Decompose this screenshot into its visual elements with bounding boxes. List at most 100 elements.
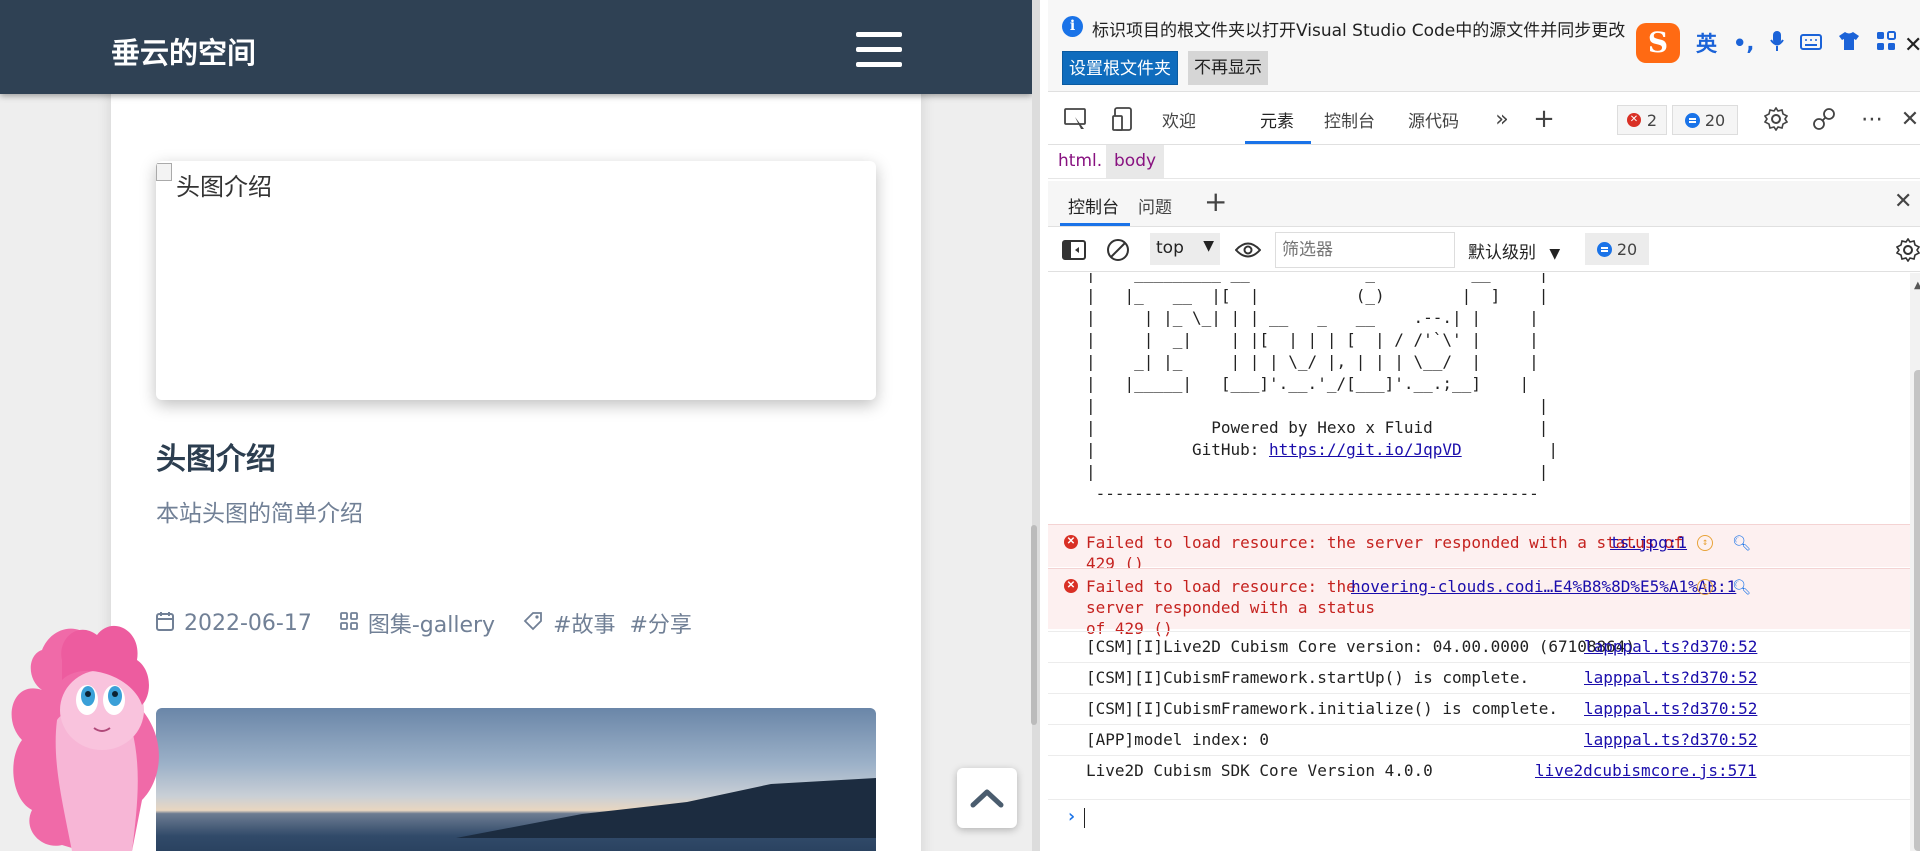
category-icon	[339, 611, 358, 635]
post-cover-image[interactable]: 头图介绍	[156, 161, 876, 400]
more-options-icon[interactable]: ⋯	[1858, 105, 1886, 133]
post-category-text[interactable]: 图集-gallery	[368, 607, 495, 639]
close-devtools-icon[interactable]: ✕	[1896, 105, 1920, 133]
console-error-row[interactable]: ✕ Failed to load resource: the server re…	[1048, 568, 1910, 638]
console-filter-input[interactable]	[1275, 232, 1455, 268]
message-count-badge[interactable]: 20	[1672, 105, 1738, 135]
network-request-icon[interactable]: ↕	[1697, 535, 1713, 551]
page-scrollbar[interactable]	[1031, 525, 1037, 725]
post-excerpt[interactable]: 本站头图的简单介绍	[156, 494, 363, 528]
elements-breadcrumb: html. body	[1048, 145, 1920, 179]
sogou-logo-icon[interactable]: S	[1636, 23, 1680, 63]
menu-toggle-button[interactable]	[856, 32, 904, 70]
hamburger-bar	[856, 62, 902, 67]
device-emulation-icon[interactable]	[1110, 105, 1138, 133]
error-count-badge[interactable]: ✕ 2	[1617, 105, 1667, 135]
console-message-count-badge[interactable]: 20	[1585, 233, 1649, 265]
drawer-tab-issues[interactable]: 问题	[1138, 193, 1172, 218]
close-drawer-icon[interactable]: ✕	[1894, 189, 1912, 214]
console-log-row[interactable]: [CSM][I]CubismFramework.initialize() is …	[1048, 693, 1910, 724]
microphone-icon[interactable]	[1770, 30, 1785, 57]
search-icon[interactable]: 🔍︎	[1732, 533, 1751, 554]
post-tags[interactable]: #故事 #分享	[523, 607, 692, 639]
log-message: [CSM][I]CubismFramework.initialize() is …	[1086, 699, 1559, 718]
log-source-link[interactable]: lapppal.ts?d370:52	[1584, 637, 1757, 656]
console-log-row[interactable]: Live2D Cubism SDK Core Version 4.0.0 liv…	[1048, 755, 1910, 786]
apps-grid-icon[interactable]	[1876, 30, 1897, 56]
context-selector[interactable]: top ▼	[1150, 233, 1220, 265]
live2d-pony-mascot[interactable]	[2, 600, 172, 851]
active-tab-indicator	[1245, 141, 1311, 144]
drawer-add-tab-icon[interactable]: +	[1204, 185, 1227, 218]
tag-icon	[523, 611, 543, 636]
ascii-line: ----------------------------------------…	[1086, 484, 1539, 503]
error-source-link[interactable]: ts.jpg:1	[1610, 532, 1687, 553]
image-alt-text: 头图介绍	[176, 173, 272, 201]
set-root-folder-button[interactable]: 设置根文件夹	[1062, 51, 1178, 85]
console-output[interactable]: | _________ __ _ __ | | |_ __ |[ | (_) |…	[1048, 273, 1910, 851]
keyboard-icon[interactable]	[1800, 31, 1823, 55]
log-message: [CSM][I]Live2D Cubism Core version: 04.0…	[1086, 637, 1636, 656]
log-source-link[interactable]: live2dcubismcore.js:571	[1535, 761, 1757, 780]
tab-welcome[interactable]: 欢迎	[1162, 107, 1196, 132]
log-source-link[interactable]: lapppal.ts?d370:52	[1584, 668, 1757, 687]
ascii-line: | _| |_ | | | \_/ |, | | | \__/ | |	[1086, 352, 1539, 371]
devtools-main-tabs: 欢迎 元素 控制台 源代码 » + ✕ 2 20 ⋯ ✕	[1048, 93, 1920, 145]
github-link[interactable]: https://git.io/JqpVD	[1269, 440, 1462, 459]
error-source-link[interactable]: hovering-clouds.codi…E4%B8%8D%E5%A1%AB:1	[1351, 576, 1736, 597]
ime-language-toggle[interactable]: 英	[1696, 28, 1717, 58]
dont-show-again-button[interactable]: 不再显示	[1188, 51, 1268, 85]
tab-elements[interactable]: 元素	[1260, 107, 1294, 132]
console-log-row[interactable]: [CSM][I]Live2D Cubism Core version: 04.0…	[1048, 631, 1910, 662]
close-infobar-icon[interactable]: ✕	[1904, 33, 1920, 58]
drawer-tab-console[interactable]: 控制台	[1068, 193, 1119, 218]
site-brand[interactable]: 垂云的空间	[111, 30, 256, 72]
console-error-row[interactable]: ✕ Failed to load resource: the server re…	[1048, 524, 1910, 573]
punctuation-icon[interactable]: •,	[1733, 31, 1754, 55]
post-date: 2022-06-17	[156, 611, 312, 636]
console-toolbar: top ▼ 默认级别 ▼ 20	[1048, 228, 1920, 272]
settings-gear-icon[interactable]	[1762, 105, 1790, 133]
tab-console[interactable]: 控制台	[1324, 107, 1375, 132]
ime-toolbar[interactable]: S 英 •,	[1636, 18, 1920, 68]
log-level-value: 默认级别	[1468, 243, 1536, 263]
customize-connect-icon[interactable]	[1810, 105, 1838, 133]
log-source-link[interactable]: lapppal.ts?d370:52	[1584, 730, 1757, 749]
inspect-element-icon[interactable]	[1062, 105, 1090, 133]
blog-page: 垂云的空间 头图介绍 头图介绍 本站头图的简单介绍 2022-06-17 图集-…	[0, 0, 1032, 851]
skin-shirt-icon[interactable]	[1838, 31, 1860, 56]
tab-sources[interactable]: 源代码	[1408, 107, 1459, 132]
post-date-text: 2022-06-17	[184, 610, 312, 636]
post-title[interactable]: 头图介绍	[156, 434, 276, 478]
console-settings-gear-icon[interactable]	[1894, 236, 1920, 264]
post-category[interactable]: 图集-gallery	[339, 607, 495, 639]
search-icon[interactable]: 🔍︎	[1732, 577, 1751, 598]
console-scrollbar-thumb[interactable]	[1914, 370, 1920, 851]
ascii-line: | | |_ \_| | | __ _ __ .--.| | |	[1086, 308, 1539, 327]
hexo-fluid-ascii-banner: | _________ __ _ __ | | |_ __ |[ | (_) |…	[1086, 273, 1558, 505]
breadcrumb-body[interactable]: body	[1106, 145, 1165, 178]
ascii-line: | | _| | |[ | | | [ | / /'`\' | |	[1086, 330, 1539, 349]
error-count: 2	[1646, 110, 1658, 130]
post-cover-image-landscape[interactable]	[156, 708, 876, 851]
ascii-line: | _________ __ _ __ |	[1086, 273, 1549, 283]
log-level-selector[interactable]: 默认级别 ▼	[1468, 238, 1560, 263]
live-expression-eye-icon[interactable]	[1234, 236, 1262, 264]
add-tab-icon[interactable]: +	[1530, 104, 1558, 134]
console-prompt[interactable]: ›	[1048, 799, 1910, 839]
console-log-row[interactable]: [APP]model index: 0 lapppal.ts?d370:52	[1048, 724, 1910, 755]
log-source-link[interactable]: lapppal.ts?d370:52	[1584, 699, 1757, 718]
drawer-tabs: 控制台 问题 + ✕	[1048, 181, 1920, 227]
network-request-icon[interactable]: ↕	[1697, 579, 1713, 595]
clear-console-icon[interactable]	[1104, 236, 1132, 264]
console-log-row[interactable]: [CSM][I]CubismFramework.startUp() is com…	[1048, 662, 1910, 693]
breadcrumb-html[interactable]: html.	[1058, 151, 1102, 171]
context-value: top	[1156, 238, 1184, 258]
post-tags-text[interactable]: #故事 #分享	[553, 607, 692, 639]
sidebar-toggle-icon[interactable]	[1060, 236, 1088, 264]
scroll-up-arrow-icon[interactable]: ▲	[1914, 280, 1920, 291]
back-to-top-button[interactable]	[957, 768, 1017, 828]
post-meta: 2022-06-17 图集-gallery #故事 #分享	[156, 607, 720, 639]
chevron-up-icon	[970, 789, 1004, 808]
more-tabs-icon[interactable]: »	[1488, 105, 1516, 133]
